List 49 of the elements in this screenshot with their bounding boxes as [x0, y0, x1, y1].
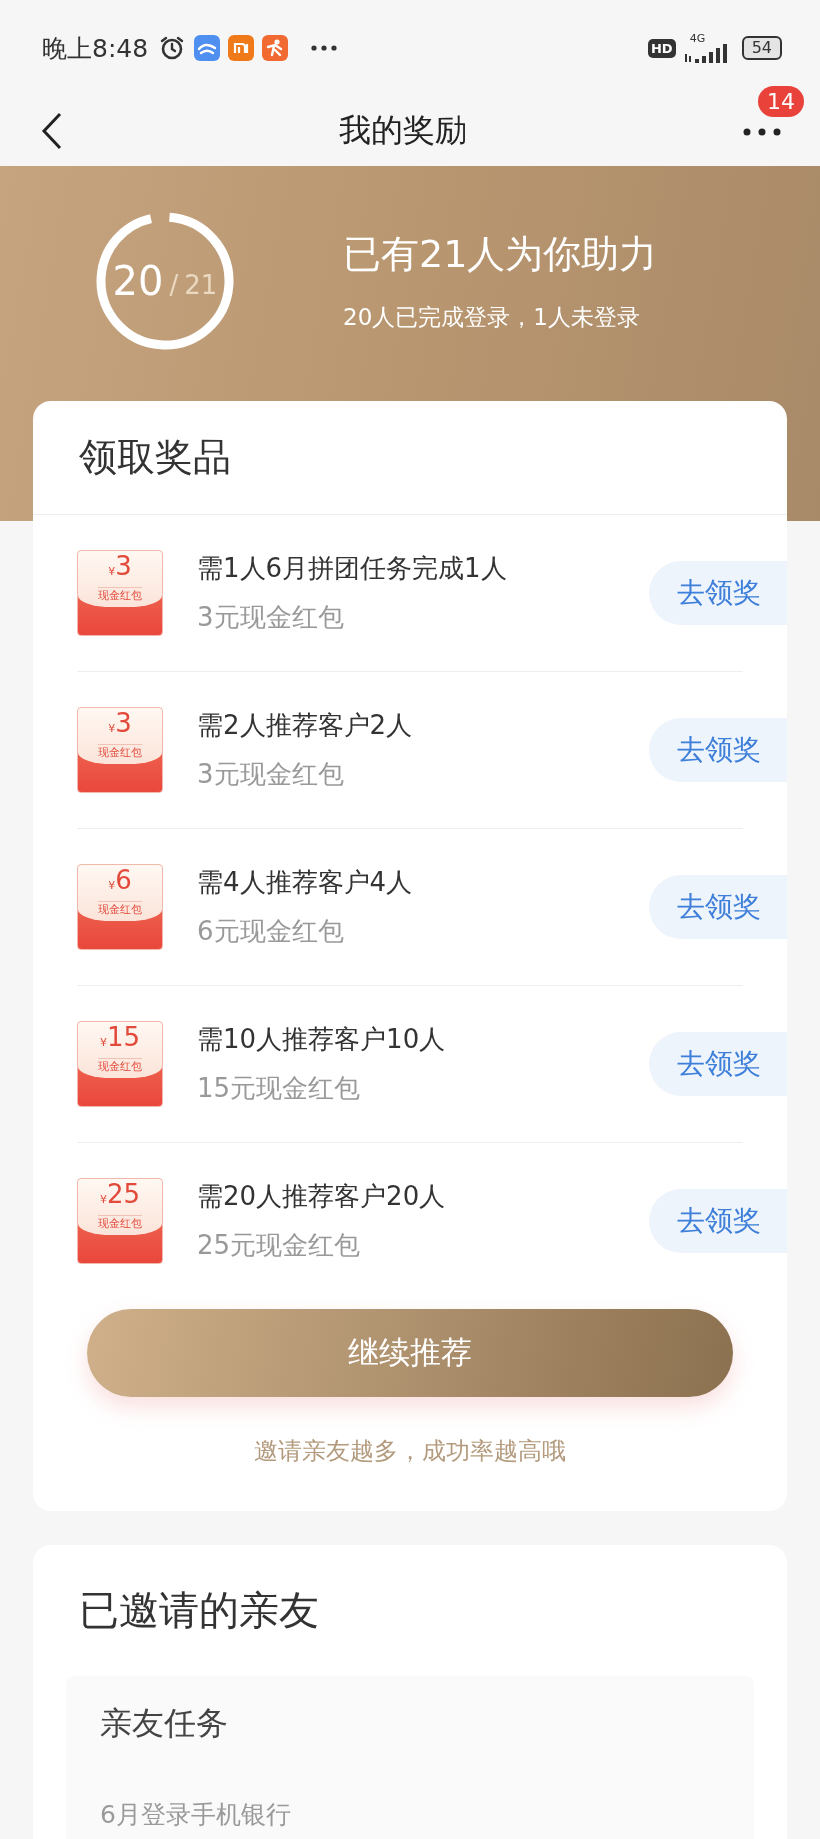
section-title: 领取奖品 [33, 401, 787, 515]
battery-level: 54 [741, 36, 782, 60]
app-icon [228, 35, 255, 61]
reward-requirement: 需2人推荐客户2人 [197, 709, 414, 742]
signal-icon [683, 43, 728, 64]
network-type: 4G [689, 32, 706, 44]
claim-button[interactable]: 去领奖 [649, 875, 787, 939]
status-time: 晚上8:48 [42, 32, 149, 65]
panel-title: 亲友任务 [100, 1703, 229, 1744]
claim-button[interactable]: 去领奖 [649, 1032, 787, 1096]
envelope-amount: ¥6 [108, 865, 132, 897]
count-separator: / [169, 269, 179, 300]
hd-badge: HD [647, 38, 676, 58]
notification-badge: 14 [758, 85, 804, 117]
claim-button[interactable]: 去领奖 [649, 561, 787, 625]
app-icon [194, 35, 221, 61]
claim-button[interactable]: 去领奖 [649, 1189, 787, 1253]
reward-prize: 15元现金红包 [197, 1072, 362, 1105]
more-notifications-icon [310, 44, 339, 52]
reward-prize: 25元现金红包 [197, 1229, 362, 1262]
reward-requirement: 需4人推荐客户4人 [197, 866, 414, 899]
reward-requirement: 需20人推荐客户20人 [197, 1180, 447, 1213]
envelope-amount: ¥25 [99, 1179, 141, 1211]
helper-headline: 已有21人为你助力 [343, 230, 658, 278]
login-summary: 20人已完成登录，1人未登录 [343, 302, 641, 332]
total-count: 21 [184, 269, 218, 300]
reward-requirement: 需1人6月拼团任务完成1人 [197, 552, 508, 585]
envelope-label: 现金红包 [98, 587, 142, 603]
claim-button[interactable]: 去领奖 [649, 718, 787, 782]
more-icon[interactable] [742, 126, 782, 137]
envelope-amount: ¥3 [108, 551, 132, 583]
envelope-label: 现金红包 [98, 1058, 142, 1074]
envelope-amount: ¥3 [108, 708, 132, 740]
back-icon[interactable] [40, 111, 64, 151]
envelope-amount: ¥15 [99, 1022, 141, 1054]
reward-prize: 6元现金红包 [197, 915, 345, 948]
reward-prize: 3元现金红包 [197, 758, 345, 791]
envelope-label: 现金红包 [98, 1215, 142, 1231]
completed-count: 20 [112, 257, 164, 304]
reward-requirement: 需10人推荐客户10人 [197, 1023, 447, 1056]
page-title: 我的奖励 [339, 110, 467, 151]
envelope-label: 现金红包 [98, 744, 142, 760]
task-name: 6月登录手机银行 [100, 1799, 292, 1831]
continue-recommend-button[interactable]: 继续推荐 [87, 1309, 733, 1397]
section-title: 已邀请的亲友 [78, 1586, 320, 1635]
app-icon [262, 35, 289, 61]
invite-hint: 邀请亲友越多，成功率越高哦 [253, 1436, 567, 1467]
reward-prize: 3元现金红包 [197, 601, 345, 634]
envelope-label: 现金红包 [98, 901, 142, 917]
